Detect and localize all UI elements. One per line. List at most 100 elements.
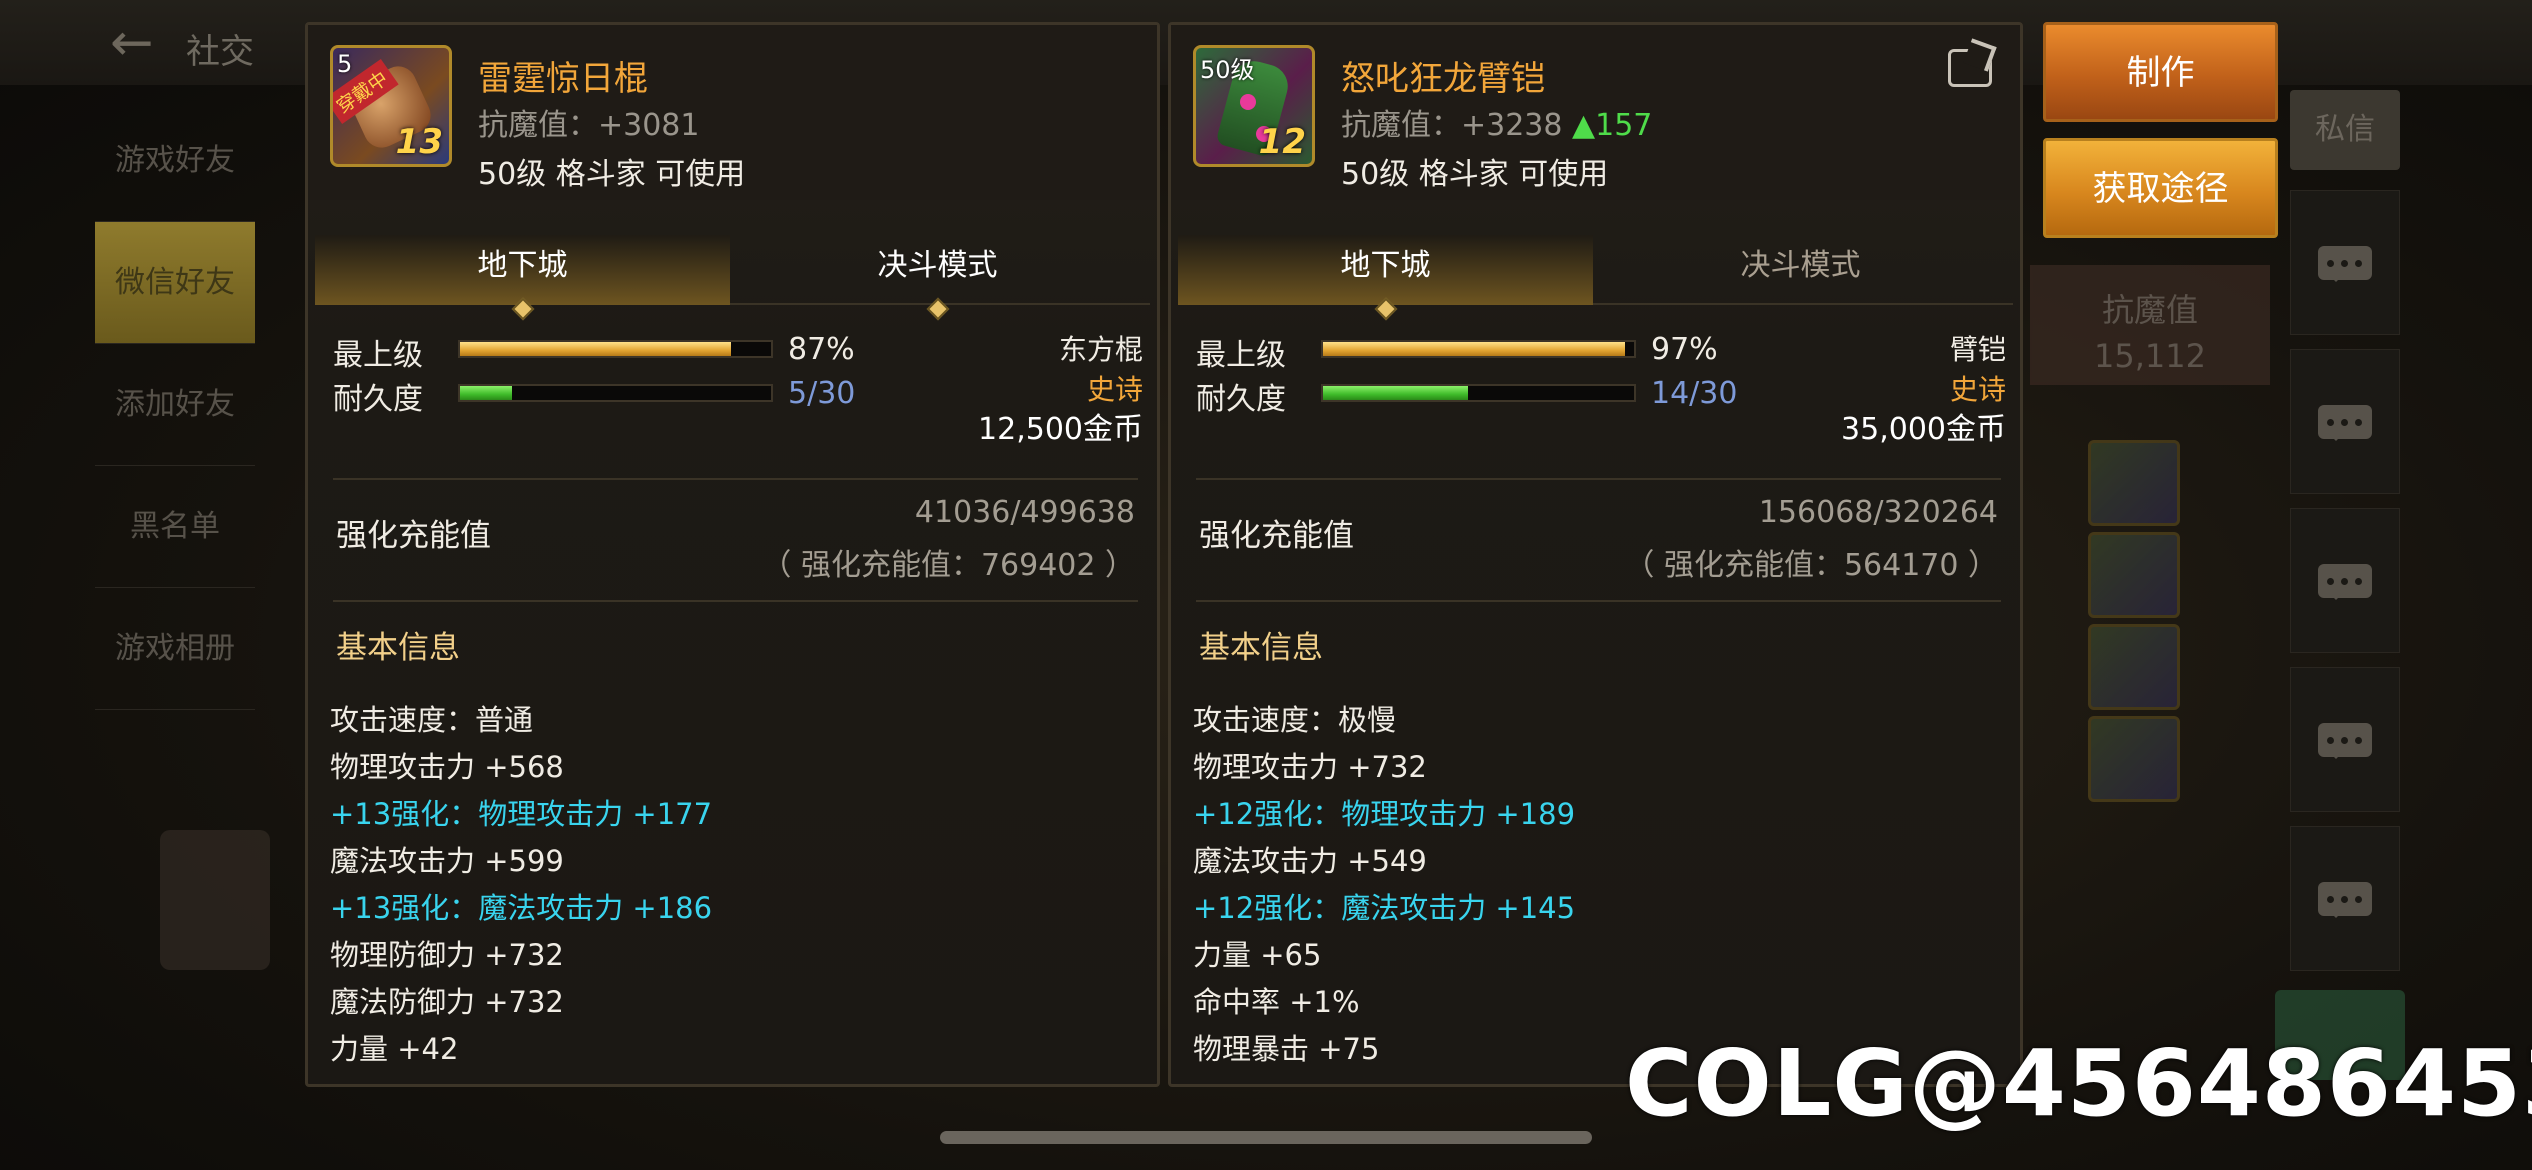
sidebar-item-wechat-friends[interactable]: 微信好友 — [95, 222, 255, 344]
resist-value: +3081 — [598, 108, 700, 143]
resist-label: 抗魔值： — [478, 108, 598, 143]
durability-bar-fill — [460, 386, 512, 400]
charge-value: 41036/499638 — [914, 495, 1135, 530]
tab-dungeon[interactable]: 地下城 — [315, 235, 730, 321]
watermark: COLG@456486453 — [1625, 1030, 2532, 1137]
sidebar-item-game-friends[interactable]: 游戏好友 — [95, 100, 255, 222]
durability-bar — [458, 384, 773, 402]
charge-value: 156068/320264 — [1758, 495, 1998, 530]
attribute-list: 攻击速度：极慢 物理攻击力 +732 +12强化：物理攻击力 +189 魔法攻击… — [1193, 697, 1575, 1073]
durability-value: 14/30 — [1651, 376, 1738, 411]
attribute-line: +13强化：魔法攻击力 +186 — [330, 891, 713, 925]
top-level-bar-fill — [460, 342, 731, 356]
charge-label: 强化充能值 — [1199, 518, 1354, 554]
item-header: 50级 12 怒叱狂龙臂铠 抗魔值：+3238 ▲157 50级 格斗家 可使用 — [1171, 25, 2020, 200]
durability-bar — [1321, 384, 1636, 402]
item-stats: 最上级 87% 耐久度 5/30 东方棍 史诗 12,500金币 — [333, 330, 1143, 470]
chat-button[interactable] — [2290, 349, 2400, 494]
chat-bubble-icon — [2318, 245, 2372, 282]
background-stat-card: 抗魔值 15,112 — [2030, 265, 2270, 385]
item-grade: 史诗 — [1949, 373, 2006, 406]
background-chat-column: 私信 — [2290, 90, 2430, 985]
top-level-value: 87% — [788, 332, 855, 367]
sidebar-item-blacklist[interactable]: 黑名单 — [95, 466, 255, 588]
item-name: 雷霆惊日棍 — [478, 59, 648, 99]
top-level-bar — [1321, 340, 1636, 358]
attribute-line: 力量 +65 — [1193, 938, 1322, 972]
chat-button[interactable] — [2290, 826, 2400, 971]
attribute-line: +13强化：物理攻击力 +177 — [330, 797, 713, 831]
acquire-route-button[interactable]: 获取途径 — [2043, 138, 2278, 238]
tab-label: 决斗模式 — [1740, 248, 1861, 283]
durability-row: 耐久度 5/30 — [333, 374, 855, 417]
top-level-label: 最上级 — [1196, 338, 1286, 373]
background-stat-value: 15,112 — [2094, 337, 2206, 375]
divider — [1196, 600, 2001, 602]
tab-label: 地下城 — [1340, 248, 1431, 283]
divider — [1196, 478, 2001, 480]
equipment-thumb — [2088, 716, 2180, 802]
private-message-tab[interactable]: 私信 — [2290, 90, 2400, 170]
item-resist: 抗魔值：+3081 — [478, 100, 699, 144]
durability-label: 耐久度 — [333, 382, 423, 417]
tab-label: 地下城 — [477, 248, 568, 283]
mode-tabs: 地下城 决斗模式 — [315, 235, 1150, 321]
sidebar-item-add-friend[interactable]: 添加好友 — [95, 344, 255, 466]
chat-button[interactable] — [2290, 190, 2400, 335]
top-level-label: 最上级 — [333, 338, 423, 373]
attribute-line: 命中率 +1% — [1193, 985, 1360, 1019]
resist-value: +3238 — [1461, 108, 1563, 143]
tab-pvp[interactable]: 决斗模式 — [1593, 235, 2008, 305]
equipment-thumb — [2088, 440, 2180, 526]
chat-button[interactable] — [2290, 508, 2400, 653]
attribute-line: 攻击速度：普通 — [330, 703, 534, 737]
background-avatar — [160, 830, 270, 970]
chat-bubble-icon — [2318, 563, 2372, 600]
background-title: 社交 — [186, 32, 254, 72]
background-sidebar: 游戏好友 微信好友 添加好友 黑名单 游戏相册 — [95, 100, 255, 720]
tab-dungeon[interactable]: 地下城 — [1178, 235, 1593, 321]
staff-item-icon: 穿戴中 5 13 — [330, 45, 452, 167]
attribute-line: 魔法攻击力 +599 — [330, 844, 564, 878]
top-level-value: 97% — [1651, 332, 1718, 367]
sidebar-item-game-album[interactable]: 游戏相册 — [95, 588, 255, 710]
divider — [333, 478, 1138, 480]
attribute-line: 魔法防御力 +732 — [330, 985, 564, 1019]
attribute-line: 力量 +42 — [330, 1032, 459, 1066]
top-level-bar-fill — [1323, 342, 1625, 356]
attribute-line: +12强化：魔法攻击力 +145 — [1193, 891, 1576, 925]
item-header: 穿戴中 5 13 雷霆惊日棍 抗魔值：+3081 50级 格斗家 可使用 — [308, 25, 1157, 200]
item-resist: 抗魔值：+3238 ▲157 — [1341, 100, 1652, 144]
home-indicator[interactable] — [940, 1131, 1592, 1144]
durability-row: 耐久度 14/30 — [1196, 374, 1737, 417]
icon-enhance-level: 13 — [395, 122, 443, 162]
diamond-icon — [511, 297, 534, 321]
chat-bubble-icon — [2318, 722, 2372, 759]
top-level-row: 最上级 97% — [1196, 330, 1718, 373]
back-arrow-icon[interactable]: ← — [110, 17, 166, 69]
charge-sub-value: （ 强化充能值：769402 ） — [761, 548, 1135, 583]
attribute-line: 物理攻击力 +732 — [1193, 750, 1427, 784]
charge-sub-value: （ 强化充能值：564170 ） — [1624, 548, 1998, 583]
item-meta: 东方棍 史诗 12,500金币 — [978, 330, 1143, 450]
tab-pvp[interactable]: 决斗模式 — [730, 235, 1145, 321]
attribute-line: +12强化：物理攻击力 +189 — [1193, 797, 1576, 831]
background-stat-label: 抗魔值 — [2101, 291, 2198, 329]
item-stats: 最上级 97% 耐久度 14/30 臂铠 史诗 35,000金币 — [1196, 330, 2006, 470]
tab-label: 决斗模式 — [877, 248, 998, 283]
durability-label: 耐久度 — [1196, 382, 1286, 417]
craft-button[interactable]: 制作 — [2043, 22, 2278, 122]
chat-button[interactable] — [2290, 667, 2400, 812]
resist-label: 抗魔值： — [1341, 108, 1461, 143]
equipment-thumb — [2088, 532, 2180, 618]
share-icon[interactable] — [1948, 49, 1992, 87]
durability-value: 5/30 — [788, 376, 856, 411]
attribute-line: 魔法攻击力 +549 — [1193, 844, 1427, 878]
attribute-line: 攻击速度：极慢 — [1193, 703, 1397, 737]
diamond-icon — [926, 297, 949, 321]
item-type: 东方棍 — [1058, 333, 1143, 366]
top-level-row: 最上级 87% — [333, 330, 855, 373]
item-price: 12,500金币 — [978, 412, 1143, 447]
divider — [333, 600, 1138, 602]
basic-info-title: 基本信息 — [1199, 630, 1323, 666]
